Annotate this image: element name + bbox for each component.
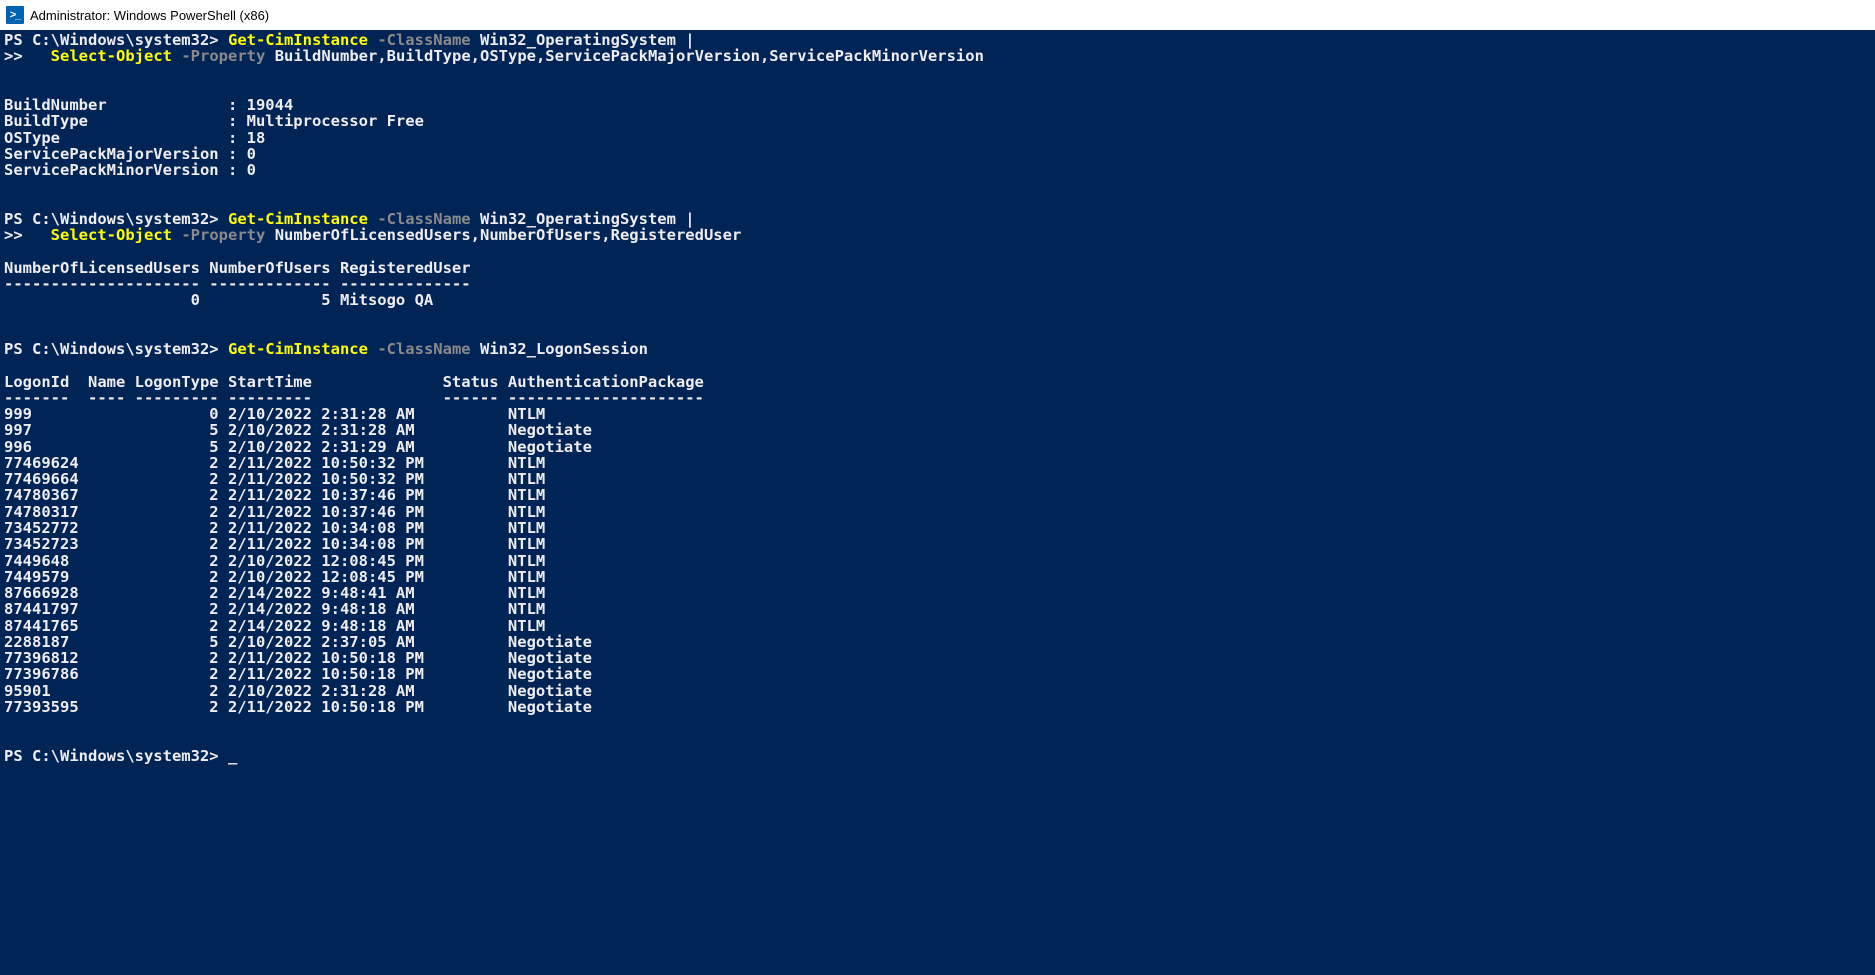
cont-2: >> xyxy=(4,226,23,244)
powershell-icon xyxy=(6,6,24,24)
cmd-getcim-3: Get-CimInstance xyxy=(228,340,368,358)
window-titlebar[interactable]: Administrator: Windows PowerShell (x86) xyxy=(0,0,1875,30)
terminal-area[interactable]: PS C:\Windows\system32> Get-CimInstance … xyxy=(0,30,1875,975)
cursor: _ xyxy=(228,747,237,765)
param-property-2: -Property xyxy=(181,226,265,244)
param-classname-3: -ClassName xyxy=(377,340,470,358)
output-block-2: NumberOfLicensedUsers NumberOfUsers Regi… xyxy=(4,259,471,310)
arg-props-1: BuildNumber,BuildType,OSType,ServicePack… xyxy=(275,47,984,65)
param-property-1: -Property xyxy=(181,47,265,65)
powershell-window: Administrator: Windows PowerShell (x86) … xyxy=(0,0,1875,975)
output-block-1: BuildNumber : 19044 BuildType : Multipro… xyxy=(4,96,424,179)
prompt-3: PS C:\Windows\system32> xyxy=(4,340,219,358)
cmd-selobj-1: Select-Object xyxy=(51,47,172,65)
output-block-3: LogonId Name LogonType StartTime Status … xyxy=(4,373,704,716)
prompt-4: PS C:\Windows\system32> xyxy=(4,747,219,765)
cmd-selobj-2: Select-Object xyxy=(51,226,172,244)
arg-props-2: NumberOfLicensedUsers,NumberOfUsers,Regi… xyxy=(275,226,742,244)
cont-1: >> xyxy=(4,47,23,65)
arg-logon: Win32_LogonSession xyxy=(480,340,648,358)
window-title: Administrator: Windows PowerShell (x86) xyxy=(30,8,269,23)
